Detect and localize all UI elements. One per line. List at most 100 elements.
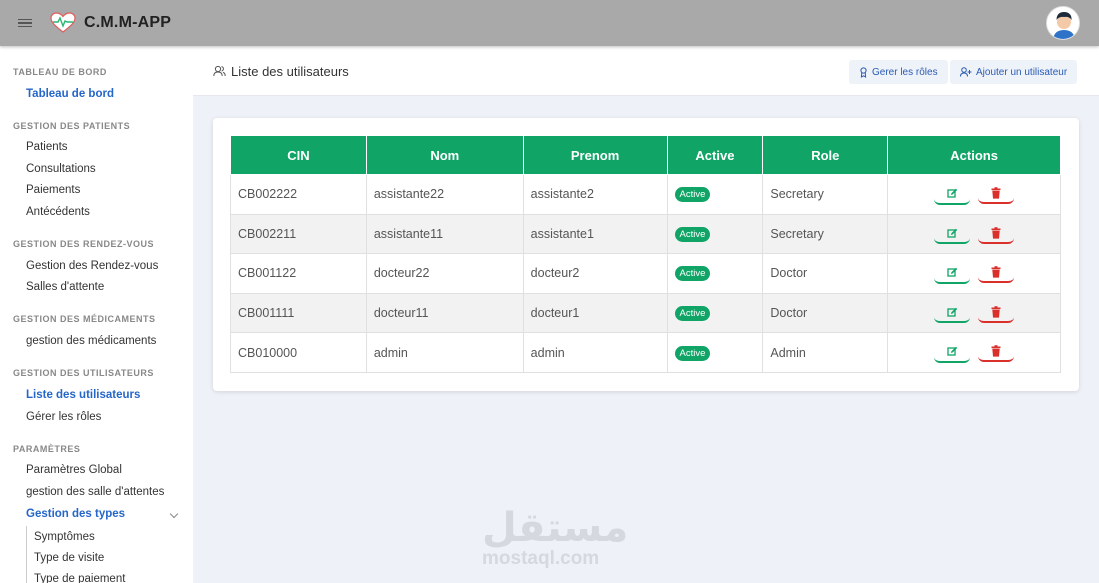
cell-active: Active	[666, 332, 764, 373]
sidebar-item-salles-attente[interactable]: Salles d'attente	[26, 281, 104, 293]
sidebar-item-gestion-types[interactable]: Gestion des types	[26, 508, 125, 520]
column-header-nom[interactable]: Nom	[365, 135, 524, 175]
chevron-down-icon[interactable]	[169, 509, 179, 519]
cell-nom: docteur22	[365, 253, 524, 294]
cell-actions	[887, 332, 1061, 373]
cell-prenom: docteur2	[522, 253, 668, 294]
trash-icon	[991, 306, 1001, 318]
manage-roles-label: Gerer les rôles	[872, 66, 938, 78]
cell-actions	[887, 292, 1061, 334]
manage-roles-button[interactable]: Gerer les rôles	[849, 60, 948, 84]
delete-button[interactable]	[977, 263, 1014, 284]
cell-cin: CB010000	[230, 332, 367, 373]
cell-cin: CB001111	[230, 292, 367, 334]
avatar[interactable]	[1046, 6, 1080, 40]
delete-button[interactable]	[977, 224, 1014, 244]
cell-prenom: admin	[522, 332, 668, 373]
sidebar-item-antecedents[interactable]: Antécédents	[26, 206, 90, 218]
sidebar-item-symptomes[interactable]: Symptômes	[34, 531, 95, 543]
sidebar-item-type-visite[interactable]: Type de visite	[34, 552, 104, 564]
status-badge: Active	[674, 345, 711, 361]
edit-icon	[947, 307, 958, 317]
cell-role: Secretary	[762, 174, 889, 215]
cell-active: Active	[666, 174, 764, 215]
sidebar-item-medicaments[interactable]: gestion des médicaments	[26, 335, 156, 347]
cell-nom: assistante11	[365, 213, 524, 255]
status-badge: Active	[674, 226, 711, 242]
sidebar-item-gerer-roles[interactable]: Gérer les rôles	[26, 411, 101, 423]
users-table-card: CIN Nom Prenom Active Role Actions CB002…	[213, 118, 1079, 391]
page-title: Liste des utilisateurs	[231, 64, 349, 79]
trash-icon	[991, 187, 1001, 199]
cell-prenom: docteur1	[522, 292, 668, 334]
column-header-role[interactable]: Role	[762, 135, 889, 175]
edit-button[interactable]	[934, 303, 971, 324]
status-badge: Active	[674, 187, 711, 203]
section-title-medicaments: GESTION DES MÉDICAMENTS	[13, 314, 156, 324]
delete-button[interactable]	[977, 342, 1014, 363]
submenu-guide-line	[26, 526, 27, 583]
section-title-rendez-vous: GESTION DES RENDEZ-VOUS	[13, 239, 155, 249]
users-table: CIN Nom Prenom Active Role Actions CB002…	[230, 135, 1061, 373]
page-header: Liste des utilisateurs Gerer les rôles A…	[193, 46, 1099, 96]
cell-active: Active	[666, 253, 764, 294]
role-icon	[860, 66, 867, 78]
column-header-prenom[interactable]: Prenom	[522, 135, 668, 175]
sidebar-item-liste-utilisateurs[interactable]: Liste des utilisateurs	[26, 389, 140, 401]
sidebar-item-rendez-vous[interactable]: Gestion des Rendez-vous	[26, 260, 158, 272]
edit-button[interactable]	[934, 264, 971, 284]
sidebar-item-consultations[interactable]: Consultations	[26, 163, 96, 175]
sidebar: TABLEAU DE BORD Tableau de bord GESTION …	[0, 46, 193, 583]
edit-button[interactable]	[934, 224, 971, 245]
column-header-cin[interactable]: CIN	[230, 135, 367, 175]
delete-button[interactable]	[977, 303, 1014, 323]
heart-pulse-logo-icon	[50, 12, 76, 33]
section-title-patients: GESTION DES PATIENTS	[13, 121, 131, 131]
cell-prenom: assistante1	[522, 213, 668, 255]
table-row: CB010000 admin admin Active Admin	[230, 332, 1061, 373]
section-title-parametres: PARAMÈTRES	[13, 444, 81, 454]
top-bar: C.M.M-APP	[0, 0, 1099, 46]
cell-active: Active	[666, 213, 764, 255]
cell-role: Doctor	[762, 292, 889, 334]
cell-role: Doctor	[762, 253, 889, 294]
sidebar-item-parametres-global[interactable]: Paramètres Global	[26, 464, 122, 476]
cell-nom: assistante22	[365, 174, 524, 215]
table-row: CB001111 docteur11 docteur1 Active Docto…	[230, 292, 1061, 334]
edit-icon	[947, 268, 958, 277]
cell-role: Admin	[762, 332, 889, 373]
sidebar-item-patients[interactable]: Patients	[26, 141, 68, 153]
cell-actions	[887, 174, 1061, 215]
table-header-row: CIN Nom Prenom Active Role Actions	[230, 135, 1061, 175]
column-header-active[interactable]: Active	[666, 135, 764, 175]
cell-nom: docteur11	[365, 292, 524, 334]
hamburger-icon[interactable]	[18, 18, 32, 28]
column-header-actions: Actions	[887, 135, 1061, 175]
add-user-label: Ajouter un utilisateur	[976, 66, 1068, 78]
edit-button[interactable]	[934, 185, 971, 205]
sidebar-item-salle-attentes[interactable]: gestion des salle d'attentes	[26, 486, 164, 498]
app-title: C.M.M-APP	[84, 14, 172, 31]
cell-cin: CB001122	[230, 253, 367, 294]
edit-button[interactable]	[934, 343, 971, 363]
add-user-icon	[960, 67, 972, 77]
sidebar-item-dashboard[interactable]: Tableau de bord	[26, 88, 114, 100]
table-row: CB002222 assistante22 assistante2 Active…	[230, 174, 1061, 215]
cell-role: Secretary	[762, 213, 889, 255]
cell-cin: CB002211	[230, 213, 367, 255]
watermark-latin: mostaql.com	[482, 548, 600, 569]
users-icon	[213, 65, 226, 77]
cell-actions	[887, 213, 1061, 255]
sidebar-item-paiements[interactable]: Paiements	[26, 184, 80, 196]
trash-icon	[991, 226, 1001, 239]
cell-active: Active	[666, 292, 764, 334]
sidebar-item-type-paiement[interactable]: Type de paiement	[34, 573, 125, 583]
delete-button[interactable]	[977, 184, 1014, 205]
status-badge: Active	[674, 306, 711, 322]
trash-icon	[991, 266, 1001, 278]
table-row: CB001122 docteur22 docteur2 Active Docto…	[230, 253, 1061, 294]
cell-prenom: assistante2	[522, 174, 668, 215]
cell-cin: CB002222	[230, 174, 367, 215]
add-user-button[interactable]: Ajouter un utilisateur	[950, 60, 1078, 84]
status-badge: Active	[674, 266, 711, 282]
